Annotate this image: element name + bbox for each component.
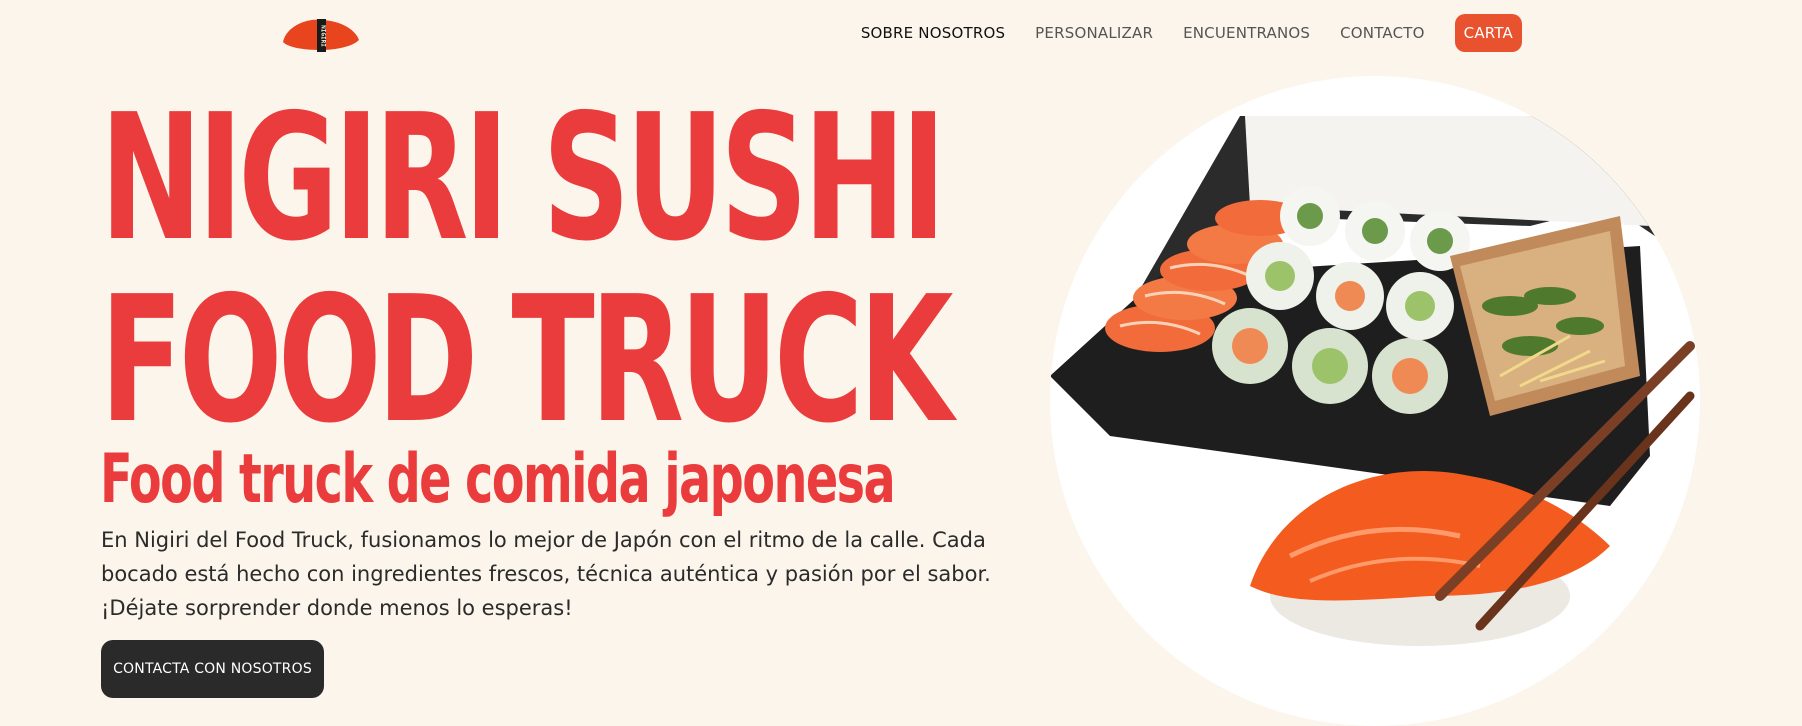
hero-description: En Nigiri del Food Truck, fusionamos lo … [101, 528, 991, 620]
hero-title-line-2: FOOD TRUCK [100, 259, 953, 462]
hero-title-line-1: NIGIRI SUSHI [100, 77, 946, 280]
logo-icon: NIGIRI [283, 19, 359, 52]
nav-personalizar[interactable]: PERSONALIZAR [1035, 24, 1153, 42]
logo-wordmark: NIGIRI [320, 25, 327, 47]
nav-contacto[interactable]: CONTACTO [1340, 24, 1425, 42]
carta-button[interactable]: CARTA [1454, 14, 1522, 52]
sushi-illustration [1050, 116, 1695, 646]
hero-title: NIGIRI SUSHI FOOD TRUCK [100, 77, 953, 462]
nav-sobre-nosotros[interactable]: SOBRE NOSOTROS [861, 24, 1005, 42]
hero-subtitle: Food truck de comida japonesa [100, 440, 896, 519]
hero-sushi-image [1050, 76, 1700, 726]
nav-encuentranos[interactable]: ENCUENTRANOS [1183, 24, 1310, 42]
main-nav: SOBRE NOSOTROS PERSONALIZAR ENCUENTRANOS… [861, 14, 1522, 52]
contact-us-button[interactable]: CONTACTA CON NOSOTROS [101, 640, 324, 698]
nigiri-logo[interactable]: NIGIRI [281, 18, 361, 58]
